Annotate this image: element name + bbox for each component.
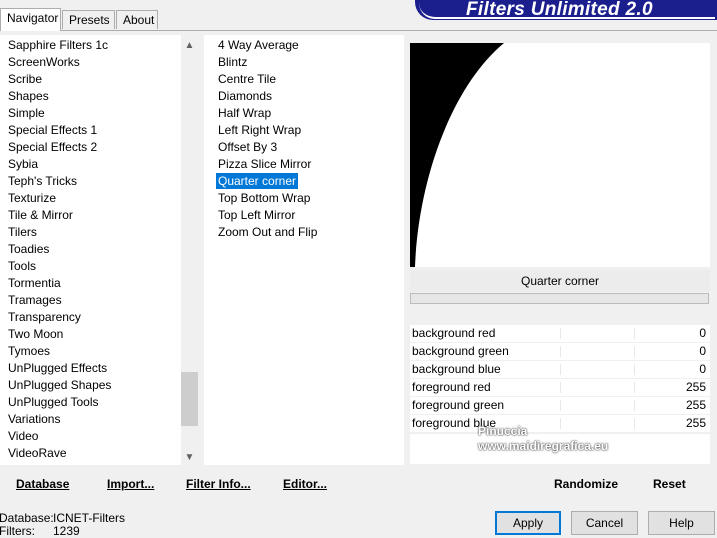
slider-tick (560, 418, 561, 429)
tab-navigator[interactable]: Navigator (0, 8, 61, 31)
category-item[interactable]: Texturize (8, 190, 56, 206)
parameter-value: 255 (685, 416, 706, 430)
filter-item[interactable]: Centre Tile (216, 71, 278, 87)
params-header (410, 304, 710, 324)
category-item[interactable]: Simple (8, 105, 45, 121)
category-item[interactable]: Variations (8, 411, 60, 427)
category-item[interactable]: Video (8, 428, 38, 444)
filter-item[interactable]: Left Right Wrap (216, 122, 303, 138)
filter-item[interactable]: Pizza Slice Mirror (216, 156, 313, 172)
tab-about[interactable]: About (116, 10, 158, 29)
parameter-value: 0 (699, 326, 706, 340)
parameter-label: foreground green (412, 398, 505, 412)
parameter-row[interactable]: background blue 0 (410, 361, 710, 378)
parameter-value: 255 (685, 398, 706, 412)
category-item[interactable]: Tile & Mirror (8, 207, 73, 223)
database-value: ICNET-Filters (53, 511, 125, 525)
category-item[interactable]: UnPlugged Shapes (8, 377, 111, 393)
parameter-label: background green (412, 344, 509, 358)
filter-info-button[interactable]: Filter Info... (186, 474, 251, 494)
filter-item[interactable]: Blintz (216, 54, 249, 70)
slider-tick (634, 346, 635, 357)
slider-tick (634, 418, 635, 429)
category-item[interactable]: Toadies (8, 241, 49, 257)
filter-item[interactable]: Half Wrap (216, 105, 273, 121)
scroll-up-icon[interactable]: ▲ (181, 37, 198, 54)
watermark-line1: Pinuccia (478, 424, 528, 438)
watermark: Pinuccia www.maidiregrafica.eu (478, 424, 608, 453)
parameter-row[interactable]: foreground red 255 (410, 379, 710, 396)
watermark-line2: www.maidiregrafica.eu (478, 439, 609, 453)
slider-tick (634, 400, 635, 411)
parameter-row[interactable]: background red 0 (410, 325, 710, 342)
slider-tick (634, 382, 635, 393)
slider-tick (560, 328, 561, 339)
category-item[interactable]: Tools (8, 258, 36, 274)
category-item[interactable]: ScreenWorks (8, 54, 80, 70)
category-item[interactable]: UnPlugged Effects (8, 360, 107, 376)
filter-item[interactable]: Top Bottom Wrap (216, 190, 312, 206)
category-item[interactable]: Special Effects 1 (8, 122, 97, 138)
parameter-label: foreground red (412, 380, 491, 394)
parameter-row[interactable]: background green 0 (410, 343, 710, 360)
category-item[interactable]: Tramages (8, 292, 62, 308)
category-item[interactable]: Tormentia (8, 275, 61, 291)
category-list[interactable]: Sapphire Filters 1c ScreenWorks Scribe Shap… (0, 35, 198, 465)
category-item[interactable]: Sybia (8, 156, 38, 172)
slider-tick (560, 382, 561, 393)
category-item[interactable]: Transparency (8, 309, 81, 325)
selected-filter-name: Quarter corner (410, 270, 710, 292)
parameter-label: background red (412, 326, 496, 340)
database-button[interactable]: Database (16, 474, 69, 494)
slider-tick (634, 364, 635, 375)
filters-count-label: Filters: (0, 524, 35, 538)
banner-title: Filters Unlimited 2.0 (466, 0, 653, 20)
category-item[interactable]: Tymoes (8, 343, 50, 359)
category-item[interactable]: Tilers (8, 224, 37, 240)
filter-item[interactable]: Top Left Mirror (216, 207, 297, 223)
parameter-row[interactable]: foreground blue 255 (410, 415, 710, 432)
filters-count-value: 1239 (53, 524, 80, 538)
preview-image (410, 43, 710, 267)
slider-tick (634, 328, 635, 339)
slider-tick (560, 400, 561, 411)
category-item[interactable]: Shapes (8, 88, 49, 104)
tab-presets[interactable]: Presets (62, 10, 115, 29)
parameter-row[interactable]: foreground green 255 (410, 397, 710, 414)
help-button[interactable]: Help (648, 511, 715, 535)
filter-list[interactable]: 4 Way Average Blintz Centre Tile Diamonds Ha… (204, 35, 404, 465)
category-item[interactable]: Scribe (8, 71, 42, 87)
apply-button[interactable]: Apply (495, 511, 561, 535)
category-item[interactable]: UnPlugged Tools (8, 394, 99, 410)
category-item[interactable]: Two Moon (8, 326, 63, 342)
category-item[interactable]: VideoRave (8, 445, 67, 461)
randomize-button[interactable]: Randomize (554, 474, 618, 494)
reset-button[interactable]: Reset (653, 474, 686, 494)
progress-bar (410, 293, 709, 304)
parameter-value: 255 (685, 380, 706, 394)
database-label: Database: (0, 511, 54, 525)
filter-item[interactable]: Quarter corner (216, 173, 299, 189)
filter-item[interactable]: Diamonds (216, 88, 274, 104)
category-item[interactable]: Teph's Tricks (8, 173, 77, 189)
category-item[interactable]: Special Effects 2 (8, 139, 97, 155)
cancel-button[interactable]: Cancel (571, 511, 638, 535)
parameter-label: background blue (412, 362, 501, 376)
filter-item[interactable]: Zoom Out and Flip (216, 224, 319, 240)
filter-preview (410, 43, 710, 267)
slider-tick (560, 346, 561, 357)
category-item[interactable]: Sapphire Filters 1c (8, 37, 108, 53)
editor-button[interactable]: Editor... (283, 474, 327, 494)
scrollbar-thumb[interactable] (181, 372, 198, 426)
filter-item[interactable]: Offset By 3 (216, 139, 279, 155)
tab-divider (0, 30, 717, 31)
import-button[interactable]: Import... (107, 474, 154, 494)
filter-item[interactable]: 4 Way Average (216, 37, 301, 53)
parameter-value: 0 (699, 344, 706, 358)
slider-tick (560, 364, 561, 375)
parameter-value: 0 (699, 362, 706, 376)
scroll-down-icon[interactable]: ▼ (181, 449, 198, 466)
